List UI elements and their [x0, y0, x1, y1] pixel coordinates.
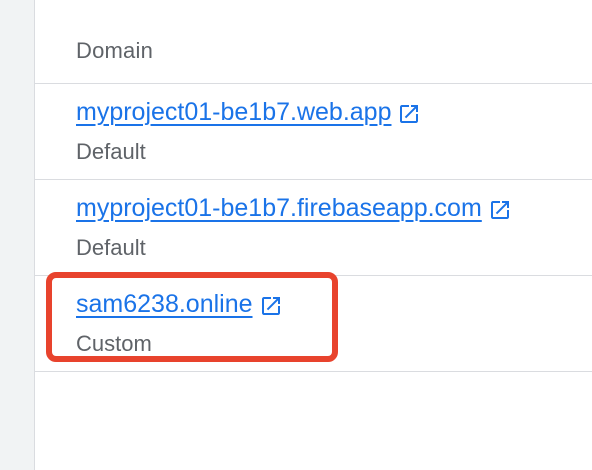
domain-type-label: Default: [76, 235, 146, 260]
open-in-new-icon[interactable]: [259, 294, 283, 318]
open-in-new-icon[interactable]: [397, 102, 421, 126]
side-gutter: [0, 0, 35, 470]
domain-link[interactable]: myproject01-be1b7.firebaseapp.com: [76, 194, 512, 223]
column-header-domain: Domain: [76, 38, 154, 63]
table-row: myproject01-be1b7.firebaseapp.com Defaul…: [35, 180, 592, 276]
table-row: myproject01-be1b7.web.app Default: [35, 84, 592, 180]
table-header: Domain: [35, 0, 592, 84]
domain-link[interactable]: myproject01-be1b7.web.app: [76, 98, 421, 127]
open-in-new-icon[interactable]: [488, 198, 512, 222]
domains-table: Domain myproject01-be1b7.web.app Default…: [35, 0, 592, 470]
domains-screen: Domain myproject01-be1b7.web.app Default…: [0, 0, 592, 470]
domain-link-text[interactable]: myproject01-be1b7.web.app: [76, 98, 391, 127]
domain-type-label: Custom: [76, 331, 152, 356]
domain-link-text[interactable]: sam6238.online: [76, 290, 253, 319]
table-row: sam6238.online Custom: [35, 276, 592, 372]
domain-link[interactable]: sam6238.online: [76, 290, 283, 319]
domain-link-text[interactable]: myproject01-be1b7.firebaseapp.com: [76, 194, 482, 223]
domain-type-label: Default: [76, 139, 146, 164]
